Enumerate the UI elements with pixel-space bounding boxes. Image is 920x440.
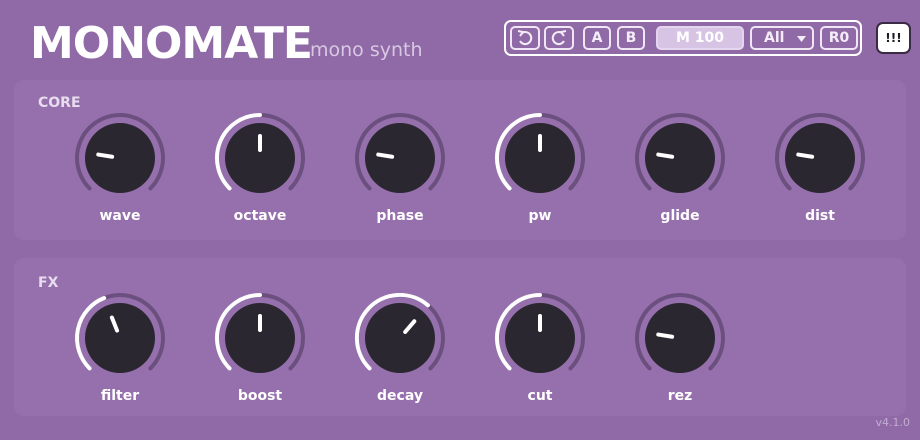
preset-filter-select[interactable]: All — [750, 26, 814, 50]
chevron-down-icon — [797, 36, 806, 42]
app-title: MONOMATE — [30, 18, 313, 69]
compare-b-button[interactable]: B — [617, 26, 645, 50]
knob-rez[interactable]: rez — [620, 293, 740, 413]
knob-body — [645, 303, 715, 373]
knob-body — [645, 123, 715, 193]
knob-label: glide — [660, 208, 700, 224]
knob-body — [85, 303, 155, 373]
knob-body — [225, 303, 295, 373]
knob-body — [85, 123, 155, 193]
undo-button[interactable] — [510, 26, 540, 50]
knob-indicator — [656, 332, 675, 339]
redo-icon — [550, 29, 568, 47]
knob-label: dist — [805, 208, 835, 224]
preset-toolbar: A B M 100 All R0 — [504, 20, 862, 56]
undo-icon — [516, 29, 534, 47]
knob-indicator — [656, 152, 675, 159]
knob-indicator — [376, 152, 395, 159]
app-subtitle: mono synth — [310, 39, 423, 61]
fx-section-label: FX — [38, 275, 59, 291]
knob-body — [225, 123, 295, 193]
knob-body — [365, 303, 435, 373]
version-label: v4.1.0 — [875, 416, 911, 429]
knob-label: octave — [233, 208, 287, 224]
knob-indicator — [96, 152, 115, 159]
preset-name-button[interactable]: M 100 — [656, 26, 744, 50]
knob-cut[interactable]: cut — [480, 293, 600, 413]
knob-label: pw — [528, 208, 552, 224]
knob-wave[interactable]: wave — [60, 113, 180, 233]
knob-label: phase — [376, 208, 424, 224]
knob-label: wave — [99, 208, 141, 224]
knob-indicator — [796, 152, 815, 159]
knob-octave[interactable]: octave — [200, 113, 320, 233]
knob-boost[interactable]: boost — [200, 293, 320, 413]
knob-label: rez — [667, 388, 693, 404]
knob-label: cut — [527, 388, 553, 404]
knob-body — [365, 123, 435, 193]
preset-filter-value: All — [764, 30, 785, 46]
knob-decay[interactable]: decay — [340, 293, 460, 413]
core-section-label: CORE — [38, 95, 81, 111]
knob-pw[interactable]: pw — [480, 113, 600, 233]
knob-phase[interactable]: phase — [340, 113, 460, 233]
compare-a-button[interactable]: A — [583, 26, 611, 50]
knob-dist[interactable]: dist — [760, 113, 880, 233]
redo-button[interactable] — [544, 26, 574, 50]
knob-body — [785, 123, 855, 193]
randomize-button[interactable]: R0 — [820, 26, 858, 50]
knob-glide[interactable]: glide — [620, 113, 740, 233]
knob-body — [505, 123, 575, 193]
knob-filter[interactable]: filter — [60, 293, 180, 413]
knob-label: decay — [377, 388, 423, 404]
knob-label: boost — [237, 388, 283, 404]
knob-label: filter — [100, 388, 140, 404]
alert-button[interactable]: !!! — [876, 22, 911, 54]
knob-body — [505, 303, 575, 373]
